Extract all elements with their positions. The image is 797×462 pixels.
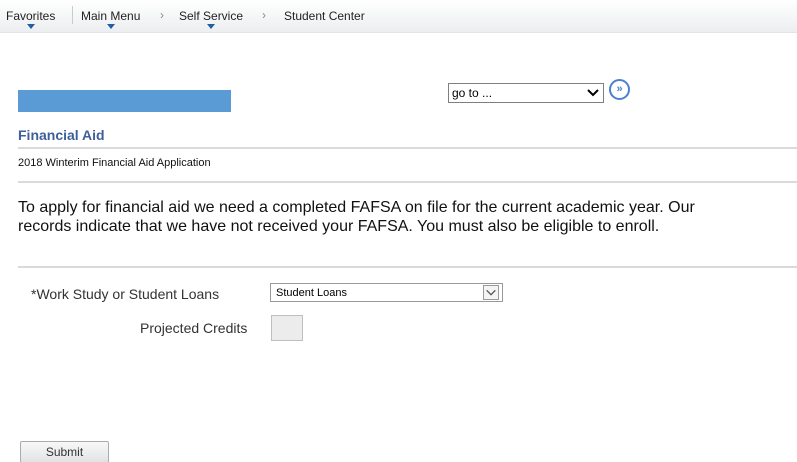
nav-main-menu[interactable]: Main Menu <box>81 9 141 29</box>
divider <box>18 147 797 149</box>
nav-self-service-label: Self Service <box>179 9 244 23</box>
nav-student-center[interactable]: Student Center <box>284 9 365 23</box>
header-bar <box>18 90 231 112</box>
projected-credits-field[interactable] <box>271 315 303 341</box>
nav-favorites-label: Favorites <box>6 9 56 23</box>
breadcrumb-arrow-icon: › <box>160 8 164 22</box>
nav-favorites[interactable]: Favorites <box>6 9 56 29</box>
divider <box>18 266 797 268</box>
goto-dropdown[interactable]: go to ... <box>448 83 604 103</box>
submit-button[interactable]: Submit <box>20 441 109 462</box>
chevron-down-icon <box>207 24 216 29</box>
nav-main-menu-label: Main Menu <box>81 9 141 23</box>
top-navigation: Favorites Main Menu › Self Service › Stu… <box>0 0 797 33</box>
goto-button[interactable]: » <box>609 79 630 100</box>
work-study-select[interactable]: Student Loans <box>270 283 503 302</box>
chevron-down-icon <box>106 24 115 29</box>
chevron-down-icon <box>587 89 599 97</box>
fafsa-message: To apply for financial aid we need a com… <box>18 199 695 235</box>
work-study-label: *Work Study or Student Loans <box>31 286 220 302</box>
nav-student-center-label: Student Center <box>284 9 365 23</box>
breadcrumb-arrow-icon: › <box>262 8 266 22</box>
double-chevron-right-icon: » <box>616 83 623 95</box>
section-title: Financial Aid <box>18 127 105 143</box>
divider <box>18 181 797 183</box>
dropdown-button[interactable] <box>483 285 499 300</box>
goto-dropdown-value: go to ... <box>452 86 493 100</box>
nav-self-service[interactable]: Self Service <box>179 9 244 29</box>
work-study-value: Student Loans <box>276 287 347 299</box>
nav-divider <box>72 6 73 24</box>
chevron-down-icon <box>26 24 35 29</box>
application-title: 2018 Winterim Financial Aid Application <box>18 157 211 169</box>
projected-credits-label: Projected Credits <box>140 320 248 336</box>
chevron-down-icon <box>486 289 496 296</box>
